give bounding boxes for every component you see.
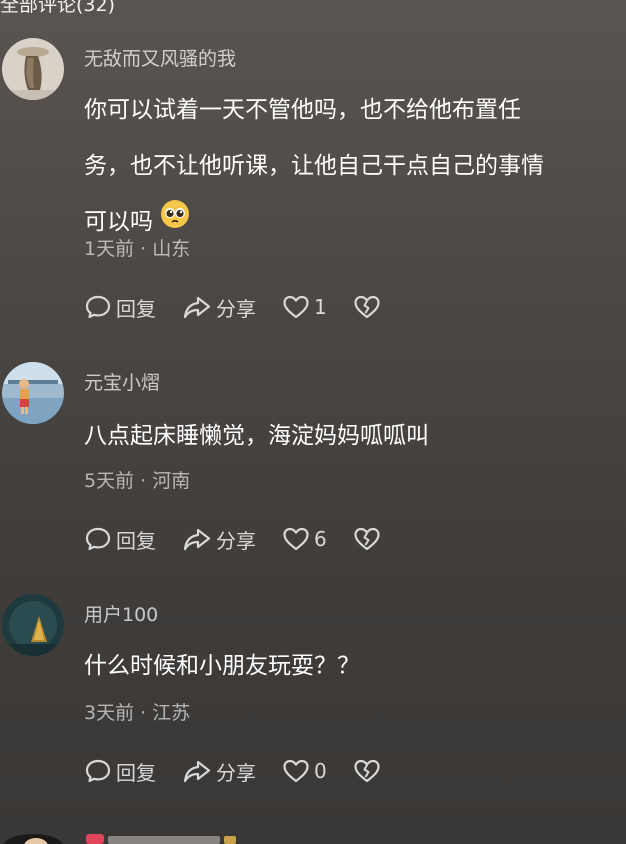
username[interactable]: 用户100 [84, 600, 158, 627]
comment-item: 无敌而又风骚的我 你可以试着一天不管他吗，也不给他布置任 务，也不让他听课，让他… [0, 38, 626, 328]
comment-time: 3天前 [84, 702, 135, 724]
broken-heart-icon [353, 294, 385, 320]
dislike-button[interactable] [353, 526, 385, 552]
comment-meta: 5天前 · 河南 [84, 466, 190, 493]
comment-actions: 回复 分享 6 [84, 524, 411, 554]
comment-time: 5天前 [84, 470, 135, 492]
reply-label: 回复 [116, 296, 156, 321]
share-button[interactable]: 分享 [182, 525, 256, 554]
comment-text: 八点起床睡懒觉，海淀妈妈呱呱叫 [84, 408, 614, 464]
next-comment-peek [0, 826, 626, 844]
share-button[interactable]: 分享 [182, 293, 256, 322]
comment-text: 什么时候和小朋友玩耍？？ [84, 638, 614, 694]
meta-separator: · [134, 470, 153, 492]
broken-heart-icon [353, 758, 385, 784]
avatar[interactable] [2, 594, 64, 656]
comment-location: 江苏 [152, 702, 191, 724]
comment-item: 用户100 什么时候和小朋友玩耍？？ 3天前 · 江苏 回复 分享 0 [0, 594, 626, 794]
comment-item: 元宝小熠 八点起床睡懒觉，海淀妈妈呱呱叫 5天前 · 河南 回复 分享 6 [0, 362, 626, 562]
username[interactable]: 元宝小熠 [84, 368, 160, 395]
meta-separator: · [134, 702, 153, 724]
comment-time: 1天前 [84, 238, 135, 260]
comment-actions: 回复 分享 1 [84, 292, 411, 322]
like-count: 1 [314, 295, 327, 319]
dislike-button[interactable] [353, 294, 385, 320]
comment-text: 你可以试着一天不管他吗，也不给他布置任 务，也不让他听课，让他自己干点自己的事情… [84, 82, 614, 251]
like-button[interactable]: 1 [282, 294, 327, 320]
comment-location: 山东 [152, 238, 191, 260]
heart-outline-icon [282, 526, 314, 552]
broken-heart-icon [353, 526, 385, 552]
heart-outline-icon [282, 294, 314, 320]
speech-bubble-icon [84, 525, 116, 553]
reply-label: 回复 [116, 528, 156, 553]
like-count: 0 [314, 759, 327, 783]
comment-text-line: 你可以试着一天不管他吗，也不给他布置任 [84, 97, 521, 123]
share-label: 分享 [216, 296, 256, 321]
share-arrow-icon [182, 293, 216, 321]
meta-separator: · [134, 238, 153, 260]
avatar[interactable] [2, 38, 64, 100]
share-label: 分享 [216, 760, 256, 785]
speech-bubble-icon [84, 757, 116, 785]
comment-meta: 1天前 · 山东 [84, 234, 190, 261]
like-button[interactable]: 6 [282, 526, 327, 552]
reply-button[interactable]: 回复 [84, 525, 156, 554]
heart-outline-icon [282, 758, 314, 784]
username[interactable]: 无敌而又风骚的我 [84, 44, 236, 71]
next-comment-avatar-edge [3, 834, 236, 844]
share-label: 分享 [216, 528, 256, 553]
comment-location: 河南 [152, 470, 191, 492]
reply-button[interactable]: 回复 [84, 293, 156, 322]
share-arrow-icon [182, 525, 216, 553]
speech-bubble-icon [84, 293, 116, 321]
comment-meta: 3天前 · 江苏 [84, 698, 190, 725]
comment-text-line: 八点起床睡懒觉，海淀妈妈呱呱叫 [84, 423, 429, 449]
like-button[interactable]: 0 [282, 758, 327, 784]
like-count: 6 [314, 527, 327, 551]
comment-actions: 回复 分享 0 [84, 756, 411, 786]
comment-text-line: 务，也不让他听课，让他自己干点自己的事情 [84, 153, 544, 179]
reply-button[interactable]: 回复 [84, 757, 156, 786]
comments-header: 全部评论(32) [0, 0, 116, 16]
share-button[interactable]: 分享 [182, 757, 256, 786]
avatar[interactable] [2, 362, 64, 424]
comment-text-line: 什么时候和小朋友玩耍？？ [84, 653, 360, 679]
share-arrow-icon [182, 757, 216, 785]
reply-label: 回复 [116, 760, 156, 785]
comment-text-line: 可以吗 [84, 209, 153, 235]
dislike-button[interactable] [353, 758, 385, 784]
